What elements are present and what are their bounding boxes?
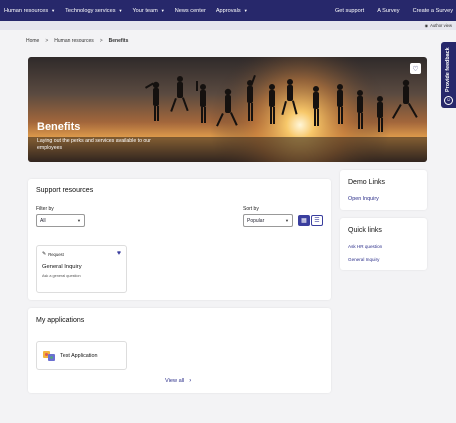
chevron-right-icon: > [45, 38, 49, 44]
demo-links-title: Demo Links [348, 179, 385, 186]
nav-right-group: Get support A Survey Create a Survey [325, 8, 456, 14]
sort-select[interactable]: Popular ▼ [243, 214, 293, 227]
sort-value: Popular [247, 217, 265, 224]
open-inquiry-link[interactable]: Open Inquiry [348, 196, 379, 202]
filter-label: Filter by [36, 206, 54, 212]
chevron-down-icon: ▼ [118, 8, 123, 13]
heart-outline-icon: ♡ [412, 65, 419, 73]
chevron-down-icon: ▼ [243, 8, 248, 13]
nav-label: Technology services [65, 7, 116, 14]
feedback-label: Provide feedback [445, 47, 451, 92]
chevron-down-icon: ▼ [51, 8, 56, 13]
list-icon: ☰ [314, 218, 320, 224]
sort-label: Sort by [243, 206, 259, 212]
my-applications-title: My applications [36, 317, 85, 324]
hero-banner: ♡ Benefits Laying out the perks and serv… [28, 57, 427, 162]
ask-hr-question-link[interactable]: Ask HR question [348, 244, 382, 249]
nav-news-center[interactable]: News center [175, 8, 206, 14]
support-resources-title: Support resources [36, 187, 94, 194]
my-applications-card: My applications Test Application View al… [28, 308, 331, 393]
favorite-button[interactable]: ♡ [410, 63, 421, 74]
breadcrumb: Home > Human resources > Benefits [26, 38, 128, 44]
nav-get-support[interactable]: Get support [335, 8, 364, 14]
eye-icon: ◉ [424, 23, 429, 28]
application-icon [43, 351, 55, 361]
author-view-toggle[interactable]: Author view [430, 23, 452, 28]
general-inquiry-link[interactable]: General Inquiry [348, 257, 379, 262]
breadcrumb-home[interactable]: Home [26, 38, 39, 44]
view-all-link[interactable]: View all › [165, 378, 191, 384]
application-name: Test Application [60, 353, 98, 359]
page-title: Benefits [37, 121, 81, 133]
grid-icon: ▦ [301, 218, 307, 224]
nav-your-team[interactable]: Your team ▼ [132, 8, 164, 14]
author-bar: ◉ Author view [0, 21, 456, 30]
view-all-label: View all [165, 378, 185, 384]
heart-filled-icon[interactable]: ♥ [117, 250, 121, 257]
nav-label: Approvals [215, 7, 241, 14]
nav-label: Human resources [4, 7, 49, 14]
nav-create-survey[interactable]: Create a Survey [413, 8, 453, 14]
demo-links-card: Demo Links Open Inquiry [340, 170, 427, 210]
provide-feedback-button[interactable]: Provide feedback ☺ [441, 42, 456, 108]
pencil-icon: ✎ [42, 251, 47, 257]
nav-label: Get support [334, 7, 365, 14]
quick-links-title: Quick links [348, 227, 382, 234]
quick-links-card: Quick links Ask HR question General Inqu… [340, 218, 427, 270]
nav-label: News center [174, 7, 206, 14]
chevron-down-icon: ▼ [160, 8, 165, 13]
filter-value: All [40, 217, 46, 224]
breadcrumb-current: Benefits [108, 38, 129, 44]
top-navigation: Human resources ▼ Technology services ▼ … [0, 0, 456, 21]
nav-human-resources[interactable]: Human resources ▼ [4, 8, 55, 14]
chevron-right-icon: › [189, 378, 192, 384]
nav-a-survey[interactable]: A Survey [377, 8, 399, 14]
resource-type-label: Request [48, 251, 64, 257]
resource-name: General Inquiry [42, 264, 82, 270]
resource-tile[interactable]: ✎ Request ♥ General Inquiry Ask a genera… [36, 245, 127, 293]
application-tile[interactable]: Test Application [36, 341, 127, 370]
nav-label: Your team [132, 7, 158, 14]
chat-icon: ☺ [444, 96, 453, 105]
chevron-right-icon: > [99, 38, 103, 44]
page-subtitle: Laying out the perks and services availa… [37, 138, 151, 151]
filter-select[interactable]: All ▼ [36, 214, 85, 227]
resource-type: ✎ Request [42, 251, 64, 257]
grid-view-button[interactable]: ▦ [298, 215, 310, 226]
nav-technology-services[interactable]: Technology services ▼ [65, 8, 122, 14]
nav-label: A Survey [377, 7, 400, 14]
support-resources-card: Support resources Filter by All ▼ Sort b… [28, 179, 331, 300]
nav-approvals[interactable]: Approvals ▼ [216, 8, 248, 14]
resource-description: Ask a general question [42, 274, 81, 278]
nav-label: Create a Survey [412, 7, 453, 14]
chevron-down-icon: ▼ [77, 218, 81, 223]
list-view-button[interactable]: ☰ [311, 215, 323, 226]
chevron-down-icon: ▼ [285, 218, 289, 223]
breadcrumb-section[interactable]: Human resources [54, 38, 93, 44]
